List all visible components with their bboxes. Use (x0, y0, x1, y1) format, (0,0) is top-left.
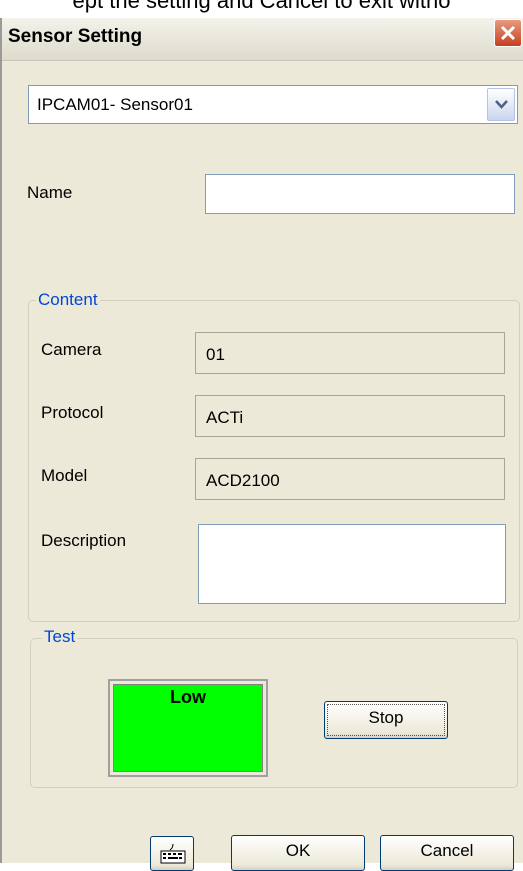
protocol-value: ACTi (206, 408, 244, 427)
name-label: Name (27, 183, 73, 202)
sensor-select-dropdown-button[interactable] (487, 88, 515, 121)
cancel-button[interactable]: Cancel (380, 835, 514, 871)
content-group-legend: Content (36, 290, 100, 310)
chevron-down-icon (495, 100, 508, 109)
camera-label: Camera (41, 340, 102, 359)
close-button[interactable] (494, 19, 522, 47)
model-value: ACD2100 (206, 471, 280, 490)
description-field[interactable] (198, 524, 506, 604)
sensor-select[interactable]: IPCAM01- Sensor01 (28, 85, 518, 124)
stop-button-label: Stop (327, 704, 445, 736)
model-label: Model (41, 466, 88, 485)
camera-value: 01 (206, 345, 225, 364)
close-icon (500, 25, 516, 41)
keyboard-button[interactable] (150, 836, 194, 871)
camera-field: 01 (195, 332, 505, 374)
dialog-title: Sensor Setting (8, 26, 143, 47)
protocol-label: Protocol (41, 403, 104, 422)
title-bar: Sensor Setting (2, 18, 523, 61)
protocol-field: ACTi (195, 395, 505, 437)
model-field: ACD2100 (195, 458, 505, 500)
keyboard-icon (160, 843, 186, 864)
ok-button[interactable]: OK (231, 835, 365, 871)
test-group-legend: Test (42, 627, 78, 647)
background-caption: ept the setting and Cancel to exit witho (72, 0, 451, 13)
stop-button[interactable]: Stop (324, 701, 448, 739)
description-label: Description (41, 531, 127, 550)
name-field[interactable] (205, 174, 515, 214)
sensor-setting-dialog: Sensor Setting IPCAM01- Sensor01 Name Co… (0, 18, 523, 871)
sensor-select-value: IPCAM01- Sensor01 (37, 95, 193, 114)
sensor-status-text: Low (113, 684, 263, 772)
sensor-status-indicator: Low (108, 679, 268, 777)
